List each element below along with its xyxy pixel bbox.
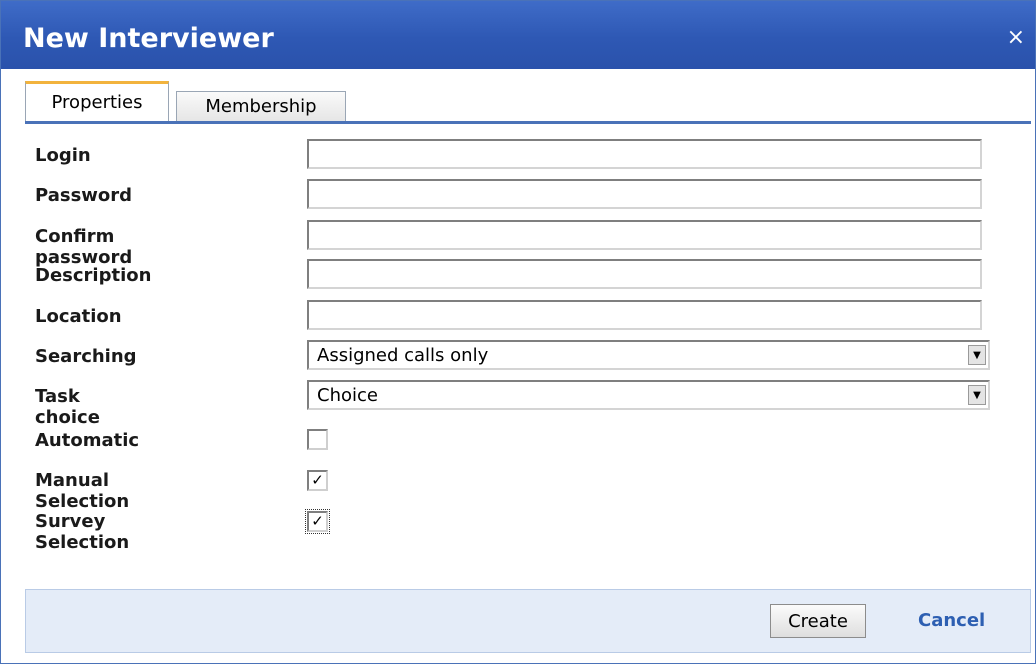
chevron-down-icon[interactable]: ▼ <box>968 345 986 365</box>
dialog-title: New Interviewer <box>23 23 274 54</box>
survey-selection-label: Survey Selection <box>35 511 130 553</box>
tab-membership[interactable]: Membership <box>176 91 346 121</box>
tab-strip: Properties Membership <box>25 81 1031 124</box>
searching-label: Searching <box>35 346 137 367</box>
login-label: Login <box>35 145 91 166</box>
searching-select[interactable]: Assigned calls only ▼ <box>307 340 990 370</box>
checkmark-icon: ✓ <box>311 512 324 530</box>
automatic-checkbox[interactable] <box>307 429 328 450</box>
login-field[interactable] <box>307 139 982 169</box>
survey-selection-checkbox[interactable]: ✓ <box>305 509 330 534</box>
location-label: Location <box>35 306 122 327</box>
tab-properties[interactable]: Properties <box>25 81 169 121</box>
password-field[interactable] <box>307 179 982 209</box>
dialog-title-bar[interactable]: New Interviewer × <box>1 1 1035 69</box>
location-field[interactable] <box>307 300 982 330</box>
checkmark-icon: ✓ <box>311 471 324 489</box>
password-label: Password <box>35 185 133 206</box>
task-choice-value: Choice <box>317 385 378 406</box>
description-label: Description <box>35 265 152 286</box>
cancel-link[interactable]: Cancel <box>918 610 985 631</box>
dialog-footer: Create Cancel <box>25 589 1031 653</box>
close-icon[interactable]: × <box>1007 27 1025 49</box>
create-button[interactable]: Create <box>770 604 866 638</box>
confirm-password-field[interactable] <box>307 220 982 250</box>
automatic-label: Automatic <box>35 430 140 451</box>
task-choice-label: Task choice <box>35 386 100 428</box>
searching-value: Assigned calls only <box>317 345 489 366</box>
task-choice-select[interactable]: Choice ▼ <box>307 380 990 410</box>
chevron-down-icon[interactable]: ▼ <box>968 385 986 405</box>
manual-selection-label: Manual Selection <box>35 470 130 512</box>
confirm-password-label: Confirm password <box>35 226 133 268</box>
description-field[interactable] <box>307 259 982 289</box>
manual-selection-checkbox[interactable]: ✓ <box>307 470 328 491</box>
new-interviewer-dialog: New Interviewer × Properties Membership … <box>0 0 1036 664</box>
